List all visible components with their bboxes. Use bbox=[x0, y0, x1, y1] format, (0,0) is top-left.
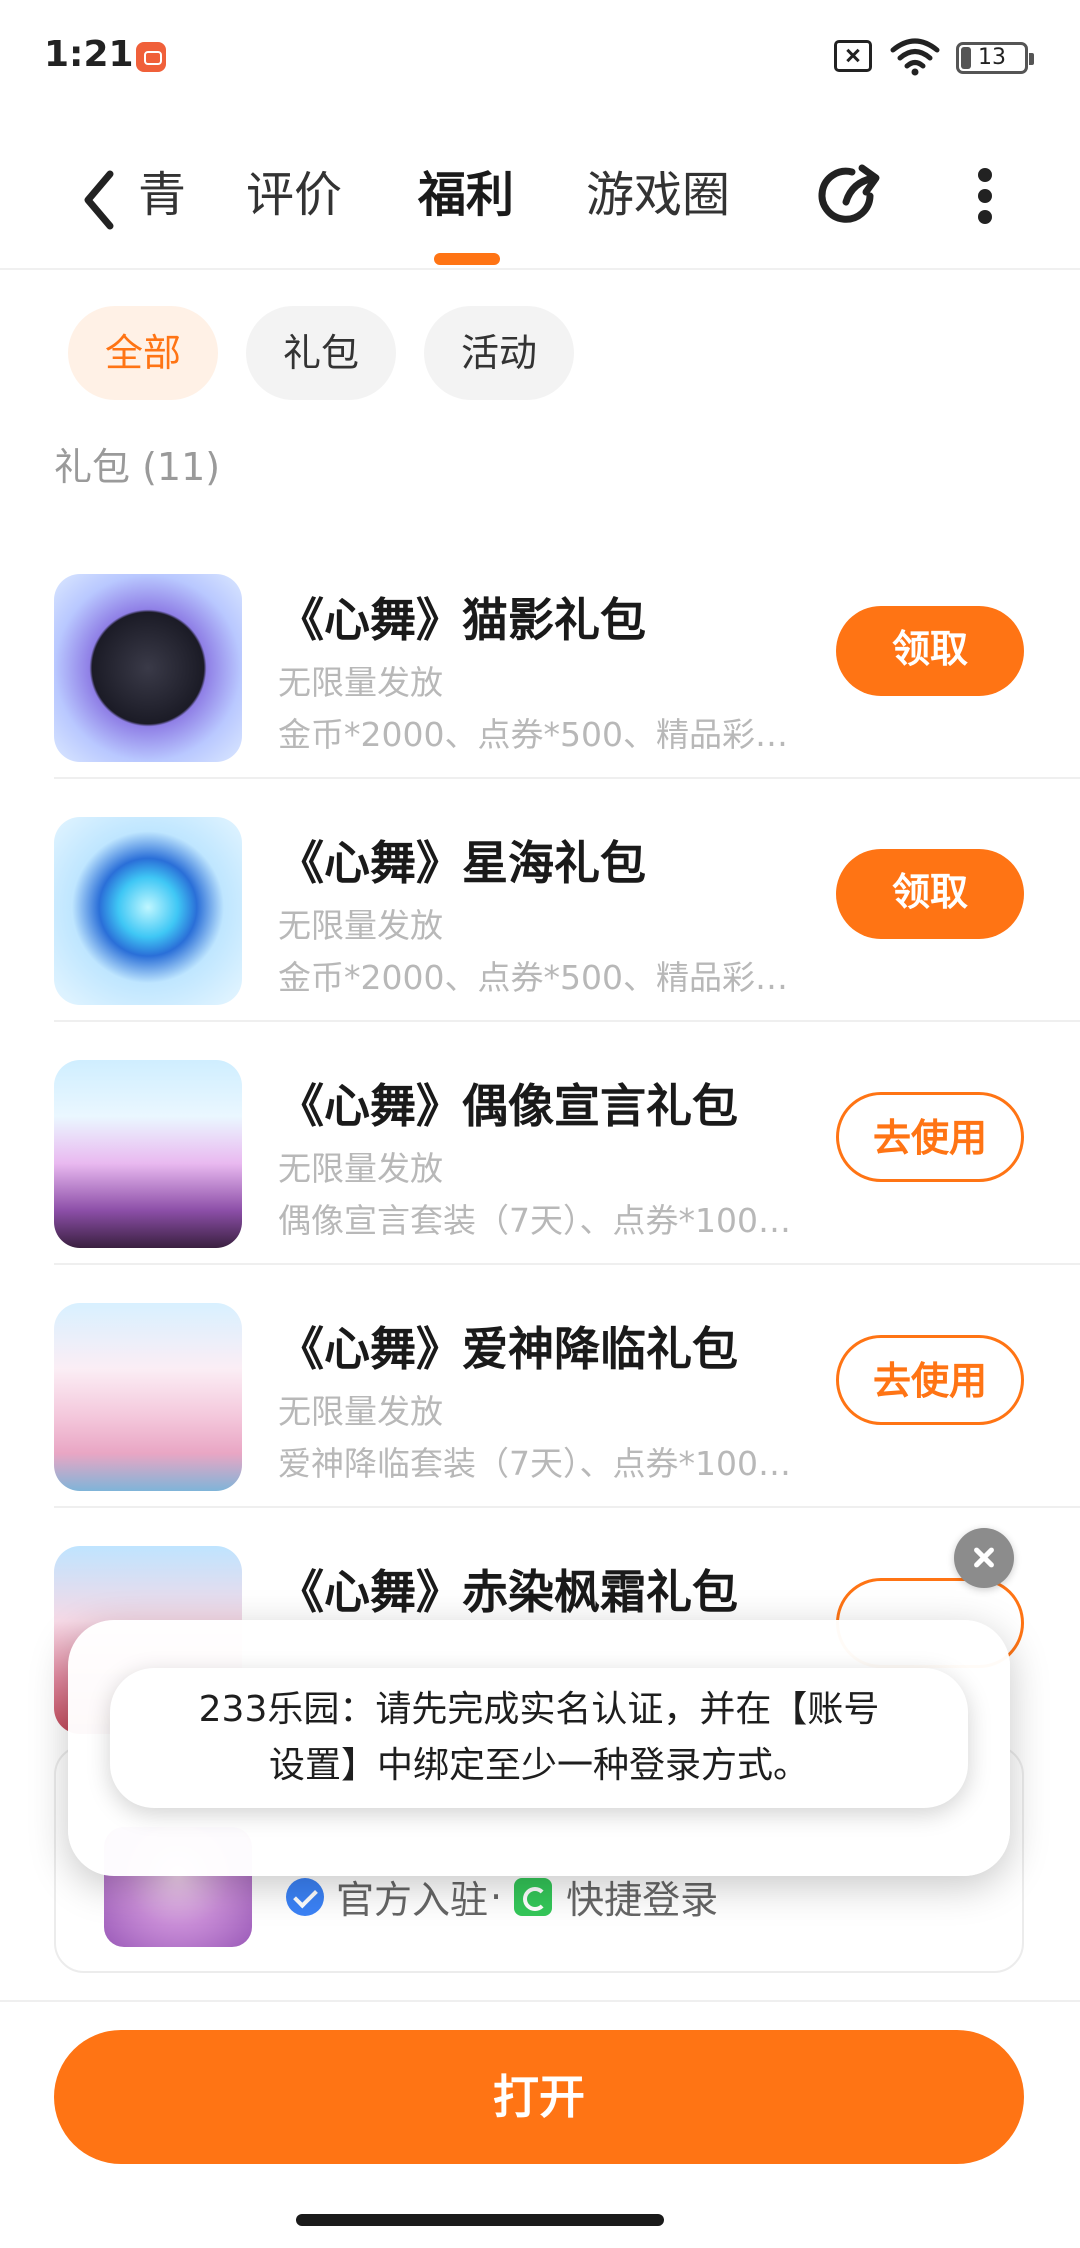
share-button[interactable] bbox=[812, 158, 886, 232]
gift-limit: 无限量发放 bbox=[278, 906, 443, 945]
toast-line-1: 233乐园：请先完成实名认证，并在【账号 bbox=[198, 1689, 880, 1730]
back-arrow-icon bbox=[84, 170, 114, 230]
gift-limit: 无限量发放 bbox=[278, 1392, 443, 1431]
status-bar: 1:21 13 bbox=[0, 0, 1080, 120]
quick-login-label: 快捷登录 bbox=[566, 1878, 719, 1922]
filter-chip-gift[interactable]: 礼包 bbox=[246, 306, 396, 400]
gift-thumbnail bbox=[54, 1303, 242, 1491]
active-tab-indicator bbox=[434, 253, 500, 265]
gift-description: 爱神降临套装（7天）、点券*1000… bbox=[278, 1444, 798, 1483]
tab-game-name[interactable]: 青 bbox=[138, 160, 186, 230]
toast-line-2: 设置】中绑定至少一种登录方式。 bbox=[268, 1745, 809, 1786]
claim-button[interactable]: 领取 bbox=[836, 606, 1024, 696]
badge-separator: · bbox=[490, 1874, 503, 1919]
filter-chip-all[interactable]: 全部 bbox=[68, 306, 218, 400]
top-nav: 青 评价 福利 游戏圈 bbox=[0, 140, 1080, 270]
use-button[interactable]: 去使用 bbox=[836, 1335, 1024, 1425]
section-title: 礼包 (11) bbox=[54, 445, 221, 489]
gift-description: 偶像宣言套装（7天）、点券*1000… bbox=[278, 1201, 798, 1240]
sim-off-icon bbox=[834, 40, 872, 72]
gift-thumbnail bbox=[54, 1060, 242, 1248]
gift-row[interactable]: 《心舞》偶像宣言礼包 无限量发放 偶像宣言套装（7天）、点券*1000… 去使用 bbox=[54, 1022, 1080, 1265]
quick-login-icon bbox=[514, 1877, 553, 1916]
verified-icon bbox=[286, 1877, 324, 1916]
filter-chip-activity[interactable]: 活动 bbox=[424, 306, 574, 400]
gift-thumbnail bbox=[54, 817, 242, 1005]
toast-message: 233乐园：请先完成实名认证，并在【账号 设置】中绑定至少一种登录方式。 bbox=[110, 1668, 968, 1808]
verified-label: 官方入驻 bbox=[336, 1878, 489, 1922]
close-popup-button[interactable] bbox=[954, 1528, 1014, 1588]
battery-level: 13 bbox=[978, 45, 1006, 70]
more-icon-dot bbox=[978, 210, 992, 224]
more-button[interactable] bbox=[960, 158, 1010, 232]
app-notification-icon bbox=[136, 42, 166, 72]
gift-description: 金币*2000、点券*500、精品彩… bbox=[278, 958, 788, 997]
share-icon bbox=[818, 164, 880, 223]
game-badges: 官方入驻 · 快捷登录 bbox=[286, 1869, 718, 1924]
gift-limit: 无限量发放 bbox=[278, 663, 443, 702]
gift-thumbnail bbox=[54, 574, 242, 762]
battery-icon: 13 bbox=[956, 42, 1034, 74]
use-button[interactable]: 去使用 bbox=[836, 1092, 1024, 1182]
tab-reviews[interactable]: 评价 bbox=[246, 160, 342, 230]
more-icon bbox=[978, 168, 992, 182]
gift-row[interactable]: 《心舞》爱神降临礼包 无限量发放 爱神降临套装（7天）、点券*1000… 去使用 bbox=[54, 1265, 1080, 1508]
status-time: 1:21 bbox=[44, 34, 134, 75]
tab-game-circle[interactable]: 游戏圈 bbox=[586, 160, 730, 230]
home-indicator[interactable] bbox=[296, 2214, 664, 2226]
back-button[interactable] bbox=[74, 162, 134, 238]
gift-row[interactable]: 《心舞》猫影礼包 无限量发放 金币*2000、点券*500、精品彩… 领取 bbox=[54, 536, 1080, 779]
open-button[interactable]: 打开 bbox=[54, 2030, 1024, 2164]
gift-limit: 无限量发放 bbox=[278, 1149, 443, 1188]
gift-title: 《心舞》爱神降临礼包 bbox=[278, 1322, 738, 1376]
tab-benefits[interactable]: 福利 bbox=[418, 160, 514, 230]
gift-title: 《心舞》星海礼包 bbox=[278, 836, 646, 890]
gift-title: 《心舞》赤染枫霜礼包 bbox=[278, 1565, 738, 1619]
gift-description: 金币*2000、点券*500、精品彩… bbox=[278, 715, 788, 754]
claim-button[interactable]: 领取 bbox=[836, 849, 1024, 939]
gift-title: 《心舞》猫影礼包 bbox=[278, 593, 646, 647]
gift-row[interactable]: 《心舞》星海礼包 无限量发放 金币*2000、点券*500、精品彩… 领取 bbox=[54, 779, 1080, 1022]
gift-title: 《心舞》偶像宣言礼包 bbox=[278, 1079, 738, 1133]
more-icon-dot bbox=[978, 189, 992, 203]
wifi-icon bbox=[890, 36, 940, 76]
divider bbox=[0, 2000, 1080, 2002]
